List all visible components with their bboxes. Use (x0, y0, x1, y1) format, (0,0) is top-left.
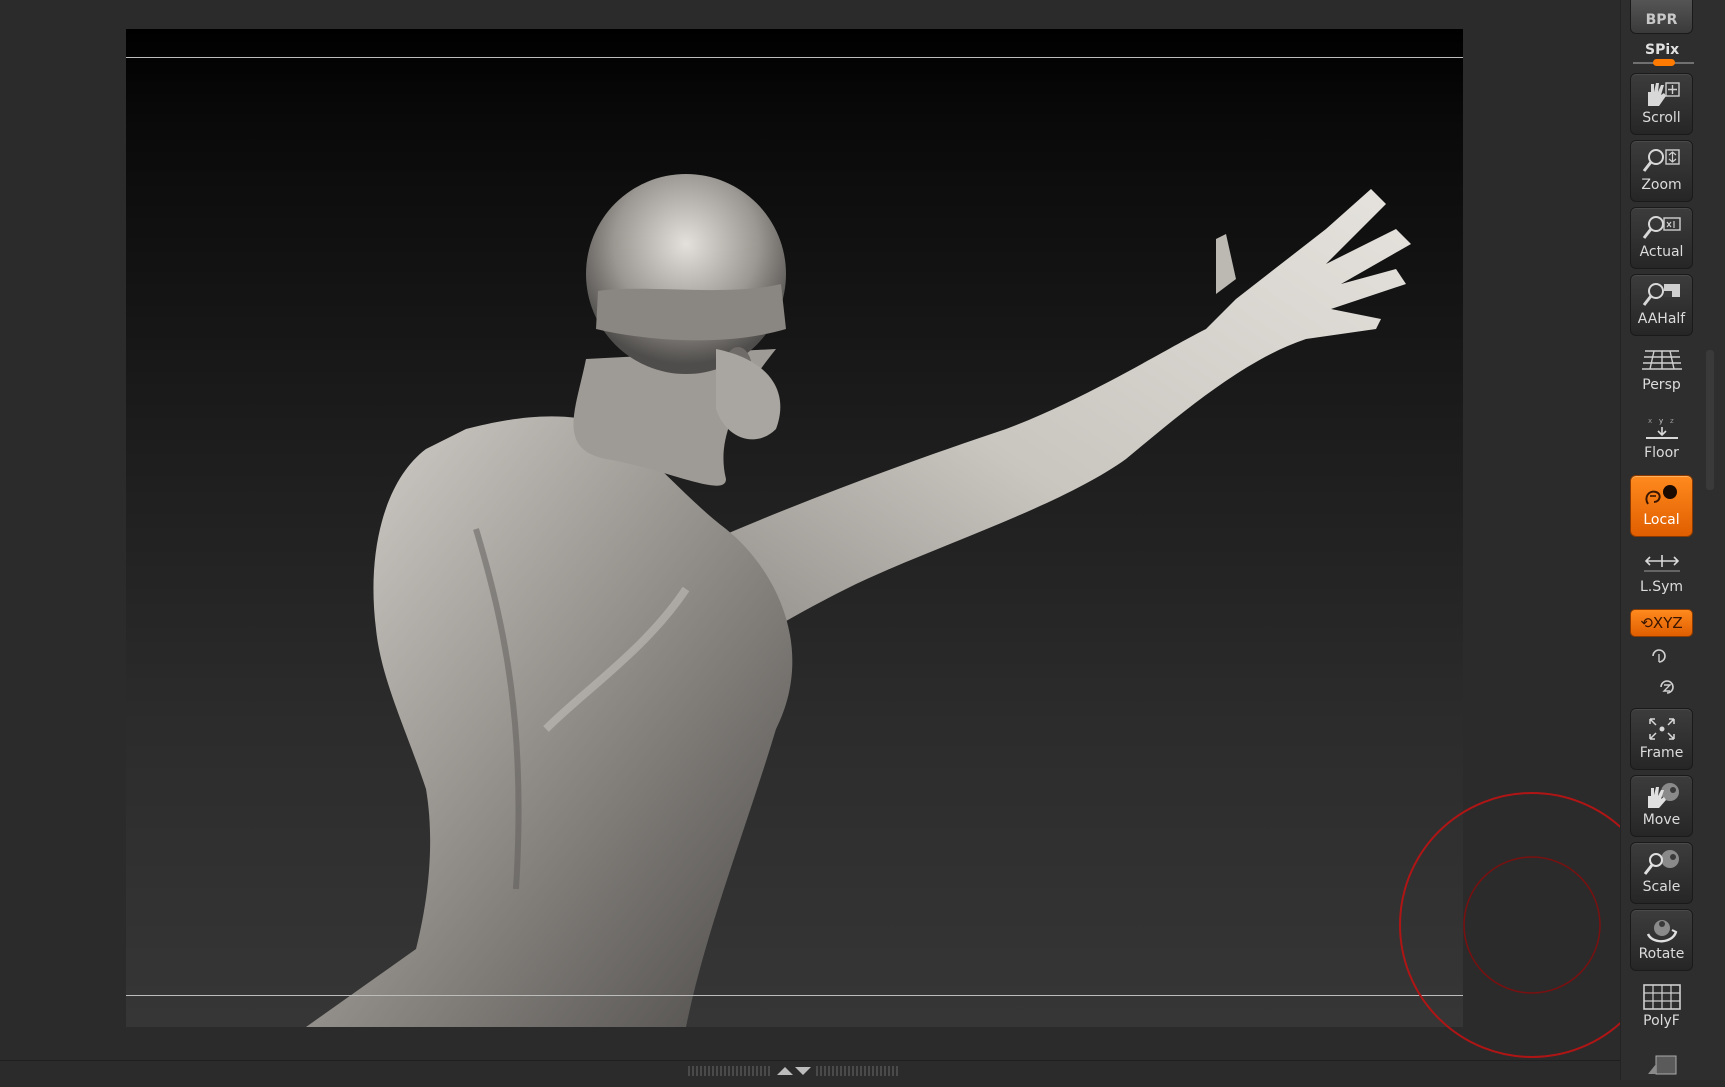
svg-text:z: z (1670, 417, 1674, 425)
spix-label: SPix (1645, 42, 1680, 58)
polyf-button[interactable]: PolyF (1630, 976, 1693, 1038)
persp-button[interactable]: Persp (1630, 340, 1693, 402)
scroll-hand-icon (1647, 82, 1680, 106)
zoom-label: Zoom (1641, 177, 1682, 193)
transparency-icon (1647, 1055, 1676, 1075)
scale-button[interactable]: Scale (1630, 842, 1693, 904)
polyf-label: PolyF (1643, 1013, 1680, 1029)
rotate-z-icon[interactable] (1655, 675, 1679, 699)
frame-button[interactable]: Frame (1630, 708, 1693, 770)
perspective-grid-icon (1641, 350, 1682, 370)
zoom-magnifier-icon (1642, 149, 1680, 172)
move-hand-icon (1647, 783, 1679, 808)
scale-label: Scale (1642, 879, 1681, 895)
tray-toggle-arrows-icon[interactable] (775, 1063, 813, 1079)
bottom-tray-bar (0, 1060, 1620, 1081)
local-symmetry-icon (1643, 555, 1680, 572)
floor-label: Floor (1644, 445, 1679, 461)
local-button[interactable]: Local (1630, 475, 1693, 537)
persp-label: Persp (1642, 377, 1681, 393)
svg-text:y: y (1659, 417, 1663, 425)
aahalf-label: AAHalf (1637, 311, 1686, 327)
local-transform-icon (1644, 485, 1677, 505)
shelf-scrollbar[interactable] (1706, 350, 1714, 490)
canvas-guide-bottom (126, 995, 1463, 996)
xyz-label: XYZ (1652, 614, 1683, 632)
scale-icon (1643, 850, 1679, 875)
aahalf-button[interactable]: AAHalf (1630, 274, 1693, 336)
spix-knob[interactable] (1653, 59, 1675, 66)
rotate-button[interactable]: Rotate (1630, 909, 1693, 971)
transparency-button[interactable] (1630, 1045, 1693, 1087)
lsym-label: L.Sym (1639, 579, 1684, 595)
rotate-label: Rotate (1638, 946, 1685, 962)
document-canvas[interactable] (126, 29, 1463, 1027)
sculpt-model[interactable] (126, 29, 1463, 1027)
svg-text:x: x (1648, 417, 1652, 425)
xyz-symmetry-button[interactable]: ⟲XYZ (1630, 609, 1693, 637)
rotate-y-icon[interactable] (1647, 644, 1671, 668)
frame-label: Frame (1639, 745, 1684, 761)
scroll-label: Scroll (1642, 110, 1681, 126)
bpr-button[interactable]: BPR (1630, 0, 1693, 34)
zoom-button[interactable]: Zoom (1630, 140, 1693, 202)
frame-icon (1648, 718, 1675, 740)
lsym-button[interactable]: L.Sym (1630, 542, 1693, 604)
bottom-grip-left[interactable] (688, 1066, 772, 1076)
xyz-icon: ⟲ (1640, 614, 1653, 632)
actual-label: Actual (1639, 244, 1684, 260)
floor-button[interactable]: x y z Floor (1630, 408, 1693, 470)
scroll-button[interactable]: Scroll (1630, 73, 1693, 135)
rotate-icon (1646, 920, 1677, 943)
spix-slider[interactable]: SPix (1633, 42, 1694, 66)
floor-icon: x y z (1645, 417, 1678, 439)
move-label: Move (1642, 812, 1681, 828)
aahalf-icon (1642, 283, 1680, 306)
local-label: Local (1643, 512, 1680, 528)
polyframe-grid-icon (1642, 984, 1681, 1010)
move-button[interactable]: Move (1630, 775, 1693, 837)
bottom-grip-right[interactable] (816, 1066, 900, 1076)
right-shelf: BPR SPix Scroll Zoom Actual AAHalf Persp… (1620, 0, 1725, 1080)
actual-button[interactable]: Actual (1630, 207, 1693, 269)
actual-size-icon (1642, 216, 1681, 239)
